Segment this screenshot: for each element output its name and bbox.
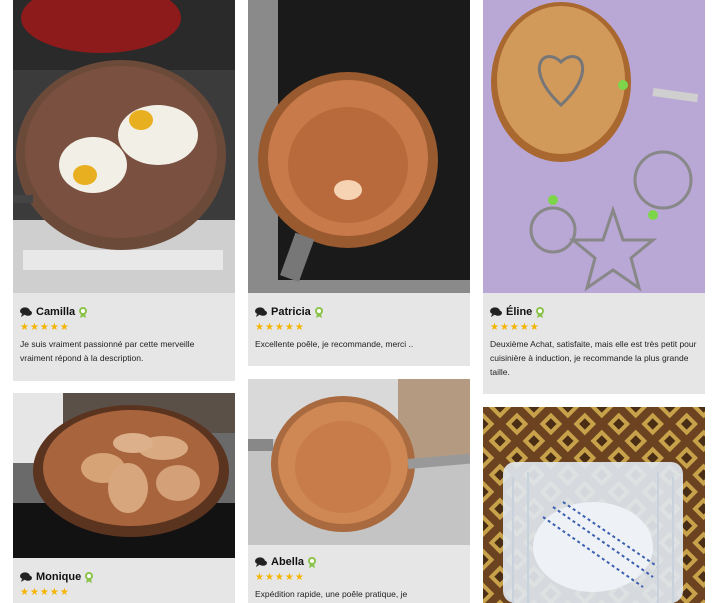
verified-badge-icon — [314, 306, 323, 318]
review-text: Je suis vraiment passionné par cette mer… — [20, 339, 195, 363]
star-rating: ★★★★★ — [255, 322, 305, 333]
verified-badge-icon — [308, 556, 317, 568]
reviewer-name: Camilla — [36, 306, 76, 318]
verified-badge-icon — [79, 306, 88, 318]
review-card-abella[interactable]: Abella ★★★★★ Expédition rapide, une poêl… — [248, 379, 470, 603]
verified-badge-icon — [536, 306, 545, 318]
review-card-eline[interactable]: Éline ★★★★★ Deuxième Achat, satisfaite, … — [483, 0, 705, 394]
comment-icon — [20, 572, 32, 582]
reviewer-name: Éline — [506, 306, 533, 318]
verified-badge-icon — [85, 571, 94, 583]
review-text: Expédition rapide, une poêle pratique, j… — [255, 589, 408, 599]
comment-icon — [490, 307, 502, 317]
review-card-photo-only[interactable] — [483, 407, 705, 603]
review-card-monique[interactable]: Monique ★★★★★ — [13, 393, 235, 603]
review-photo[interactable] — [483, 0, 705, 293]
reviewer-name: Monique — [36, 571, 82, 583]
star-rating: ★★★★★ — [20, 587, 70, 598]
review-card-patricia[interactable]: Patricia ★★★★★ Excellente poêle, je reco… — [248, 0, 470, 366]
review-photo[interactable] — [248, 379, 470, 545]
review-photo[interactable] — [13, 0, 235, 293]
review-photo[interactable] — [13, 393, 235, 558]
review-photo[interactable] — [248, 0, 470, 293]
review-photo[interactable] — [483, 407, 705, 603]
star-rating: ★★★★★ — [490, 322, 540, 333]
comment-icon — [255, 307, 267, 317]
review-text: Excellente poêle, je recommande, merci .… — [255, 339, 414, 349]
comment-icon — [255, 557, 267, 567]
star-rating: ★★★★★ — [255, 572, 305, 583]
star-rating: ★★★★★ — [20, 322, 70, 333]
comment-icon — [20, 307, 32, 317]
review-text: Deuxième Achat, satisfaite, mais elle es… — [490, 339, 697, 377]
reviewer-name: Abella — [271, 556, 305, 568]
reviewer-name: Patricia — [271, 306, 311, 318]
review-card-camilla[interactable]: Camilla ★★★★★ Je suis vraiment passionné… — [13, 0, 235, 381]
